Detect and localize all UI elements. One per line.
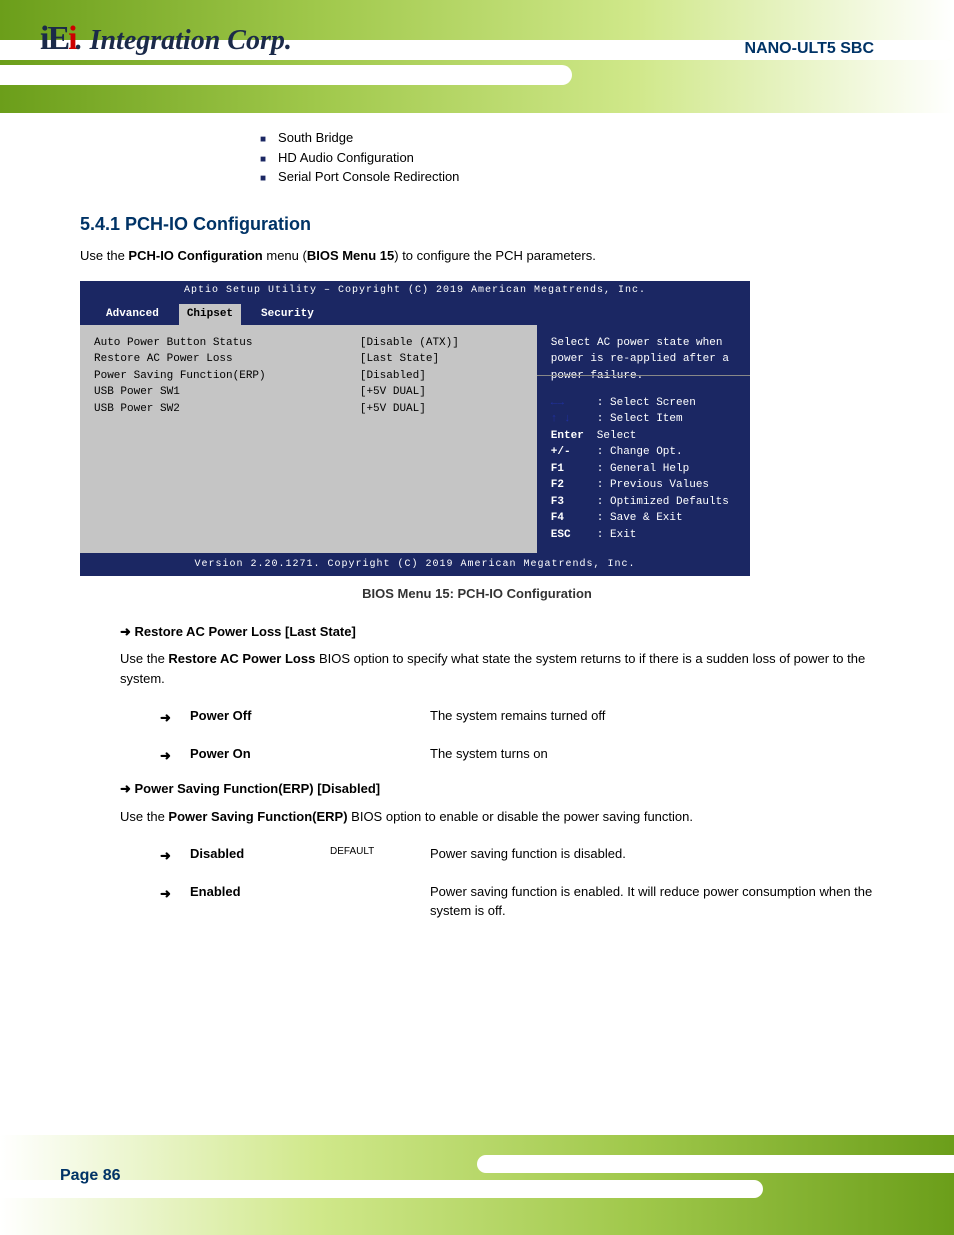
sub-desc: Power saving function is enabled. It wil… <box>430 882 874 921</box>
bios-inner: Auto Power Button Status[Disable (ATX)] … <box>80 325 750 554</box>
bios-hint: Select AC power state when power is re-a… <box>551 335 736 379</box>
sub-desc: The system remains turned off <box>430 706 874 726</box>
row-key: Auto Power Button Status <box>94 335 360 352</box>
help-sym: ←→ <box>551 395 597 412</box>
sub-option: ➜ Power Off The system remains turned of… <box>160 706 874 726</box>
bios-caption: BIOS Menu 15: PCH-IO Configuration <box>80 584 874 604</box>
row-key: USB Power SW1 <box>94 384 360 401</box>
help-text: : Exit <box>597 527 637 544</box>
sub-default <box>330 882 430 921</box>
arrow-icon: ➜ <box>160 746 171 766</box>
bullet-list: South Bridge HD Audio Configuration Seri… <box>80 128 874 187</box>
help-text: : Select Item <box>597 411 683 428</box>
help-text: : General Help <box>597 461 689 478</box>
option-title: Power Saving Function(ERP) [Disabled] <box>120 779 874 799</box>
bios-panel: Aptio Setup Utility – Copyright (C) 2019… <box>80 281 750 576</box>
sub-default <box>330 706 430 726</box>
sub-option: ➜ Enabled Power saving function is enabl… <box>160 882 874 921</box>
tab-chipset: Chipset <box>179 304 241 325</box>
section-intro-prefix: Use the <box>80 248 128 263</box>
logo: iEi. Integration Corp. <box>40 20 292 58</box>
opt-desc-bold: Restore AC Power Loss <box>168 651 315 666</box>
section-intro-suffix: menu ( <box>263 248 307 263</box>
row-key: Power Saving Function(ERP) <box>94 368 360 385</box>
footer-background <box>0 1135 954 1235</box>
arrow-icon: ➜ <box>160 846 171 866</box>
page: { "header": { "logo_text": "iEi Integrat… <box>0 0 954 1235</box>
help-sym: ↑ ↓ <box>551 411 597 428</box>
help-text: : Previous Values <box>597 477 709 494</box>
sub-option: ➜ Power On The system turns on <box>160 744 874 764</box>
help-sym: +/- <box>551 444 597 461</box>
sub-label: Power On <box>190 746 251 761</box>
sub-desc: The system turns on <box>430 744 874 764</box>
row-key: Restore AC Power Loss <box>94 351 360 368</box>
list-item: HD Audio Configuration <box>260 148 874 168</box>
help-sym: ESC <box>551 527 597 544</box>
row-val: [Last State] <box>360 351 523 368</box>
bios-tabs: Advanced Chipset Security <box>80 300 750 325</box>
row-key: USB Power SW2 <box>94 401 360 418</box>
opt-desc-rest: BIOS option to enable or disable the pow… <box>348 809 693 824</box>
opt-desc-bold: Power Saving Function(ERP) <box>168 809 347 824</box>
bios-left: Auto Power Button Status[Disable (ATX)] … <box>80 325 537 554</box>
row-val: [+5V DUAL] <box>360 384 523 401</box>
option-title: Restore AC Power Loss [Last State] <box>120 622 874 642</box>
help-sym: F3 <box>551 494 597 511</box>
sub-desc: Power saving function is disabled. <box>430 844 874 864</box>
option-block: Power Saving Function(ERP) [Disabled] Us… <box>120 779 874 921</box>
tab-advanced: Advanced <box>98 304 167 325</box>
bios-brand: Aptio Setup Utility – Copyright (C) 2019… <box>80 281 750 300</box>
list-item: Serial Port Console Redirection <box>260 167 874 187</box>
help-sym: F4 <box>551 510 597 527</box>
help-sym: F1 <box>551 461 597 478</box>
page-number: Page 86 <box>60 1167 120 1185</box>
arrow-icon: ➜ <box>160 884 171 904</box>
arrow-icon: ➜ <box>160 708 171 728</box>
help-sym: F2 <box>551 477 597 494</box>
sub-label: Enabled <box>190 884 241 899</box>
help-text: Select <box>597 428 637 445</box>
help-text: : Save & Exit <box>597 510 683 527</box>
option-block: Restore AC Power Loss [Last State] Use t… <box>120 622 874 764</box>
section-title: 5.4.1 PCH-IO Configuration <box>80 211 874 238</box>
content: South Bridge HD Audio Configuration Seri… <box>0 0 954 1097</box>
sub-default <box>330 744 430 764</box>
row-val: [+5V DUAL] <box>360 401 523 418</box>
section-intro-bold: PCH-IO Configuration <box>128 248 262 263</box>
bios-right: Select AC power state when power is re-a… <box>537 325 750 554</box>
help-text: : Change Opt. <box>597 444 683 461</box>
help-sym: Enter <box>551 428 597 445</box>
help-text: : Select Screen <box>597 395 696 412</box>
doc-title: NANO-ULT5 SBC <box>745 40 874 58</box>
opt-desc-prefix: Use the <box>120 651 168 666</box>
opt-desc-prefix: Use the <box>120 809 168 824</box>
sub-label: Disabled <box>190 846 244 861</box>
sub-default: DEFAULT <box>330 844 430 864</box>
bios-bottom: Version 2.20.1271. Copyright (C) 2019 Am… <box>80 553 750 576</box>
sub-option: ➜ Disabled DEFAULT Power saving function… <box>160 844 874 864</box>
row-val: [Disabled] <box>360 368 523 385</box>
section-intro-end: ) to configure the PCH parameters. <box>394 248 596 263</box>
sub-label: Power Off <box>190 708 251 723</box>
tab-security: Security <box>253 304 322 325</box>
help-text: : Optimized Defaults <box>597 494 729 511</box>
row-val: [Disable (ATX)] <box>360 335 523 352</box>
section-intro-ref: BIOS Menu 15 <box>307 248 394 263</box>
list-item: South Bridge <box>260 128 874 148</box>
